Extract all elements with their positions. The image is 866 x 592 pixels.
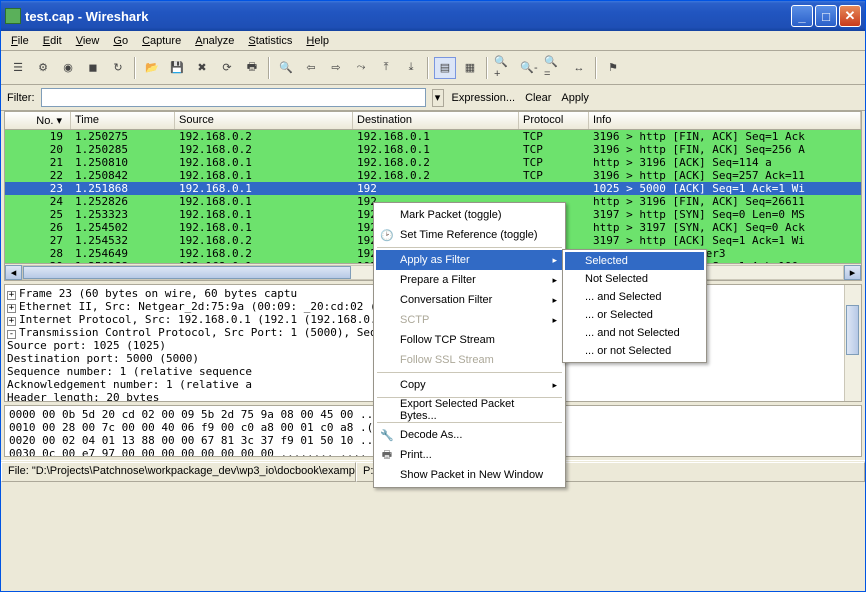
packet-row[interactable]: 231.251868192.168.0.11921025 > 5000 [ACK… <box>5 182 861 195</box>
tb-reload-icon[interactable]: ⟳ <box>216 57 238 79</box>
col-dst[interactable]: Destination <box>353 112 519 129</box>
col-time[interactable]: Time <box>71 112 175 129</box>
ctx-copy[interactable]: Copy <box>376 375 563 395</box>
tb-back-icon[interactable]: ⇦ <box>300 57 322 79</box>
filter-dropdown-icon[interactable]: ▾ <box>432 89 444 107</box>
tb-restart-icon[interactable]: ↻ <box>107 57 129 79</box>
filter-input[interactable] <box>41 88 426 107</box>
ctx-export-bytes[interactable]: Export Selected Packet Bytes... <box>376 400 563 420</box>
ctx-sctp: SCTP <box>376 310 563 330</box>
packet-row[interactable]: 221.250842192.168.0.1192.168.0.2TCP3196 … <box>5 169 861 182</box>
tb-resize-icon[interactable]: ↔ <box>568 57 590 79</box>
details-vscroll[interactable] <box>844 285 861 401</box>
submenu-item[interactable]: Selected <box>565 252 704 270</box>
window-title: test.cap - Wireshark <box>25 9 789 24</box>
packet-row[interactable]: 211.250810192.168.0.1192.168.0.2TCPhttp … <box>5 156 861 169</box>
packet-list-header: No. ▾ Time Source Destination Protocol I… <box>5 112 861 130</box>
menu-capture[interactable]: Capture <box>136 34 187 48</box>
tb-stop-icon[interactable]: ◼ <box>82 57 104 79</box>
tb-gofirst-icon[interactable]: ⤒ <box>375 57 397 79</box>
tb-zoom100-icon[interactable]: 🔍= <box>543 57 565 79</box>
scroll-left-icon[interactable]: ◂ <box>5 265 22 280</box>
filter-apply-button[interactable]: Apply <box>559 92 591 104</box>
toolbar: ☰ ⚙ ◉ ◼ ↻ 📂 💾 ✖ ⟳ 🖶 🔍 ⇦ ⇨ ⤳ ⤒ ⤓ ▤ ▦ 🔍+ 🔍… <box>1 51 865 85</box>
col-info[interactable]: Info <box>589 112 861 129</box>
packet-row[interactable]: 201.250285192.168.0.2192.168.0.1TCP3196 … <box>5 143 861 156</box>
status-file: File: "D:\Projects\Patchnose\workpackage… <box>1 462 356 482</box>
tb-goto-icon[interactable]: ⤳ <box>350 57 372 79</box>
context-menu: Mark Packet (toggle) 🕑Set Time Reference… <box>373 202 566 488</box>
tb-zoomin-icon[interactable]: 🔍+ <box>493 57 515 79</box>
tb-zoomout-icon[interactable]: 🔍- <box>518 57 540 79</box>
filter-label: Filter: <box>7 92 35 104</box>
tb-open-icon[interactable]: 📂 <box>141 57 163 79</box>
submenu-item[interactable]: ... and Selected <box>565 288 704 306</box>
tb-options-icon[interactable]: ⚙ <box>32 57 54 79</box>
menu-help[interactable]: Help <box>300 34 335 48</box>
tb-autoscroll-icon[interactable]: ▦ <box>459 57 481 79</box>
ctx-show-window[interactable]: Show Packet in New Window <box>376 465 563 485</box>
filter-clear-button[interactable]: Clear <box>523 92 553 104</box>
tb-save-icon[interactable]: 💾 <box>166 57 188 79</box>
ctx-follow-ssl: Follow SSL Stream <box>376 350 563 370</box>
submenu-item[interactable]: ... and not Selected <box>565 324 704 342</box>
menu-file[interactable]: File <box>5 34 35 48</box>
wrench-icon: 🔧 <box>380 428 394 442</box>
printer-icon: 🖶 <box>380 448 394 462</box>
tb-colorize-icon[interactable]: ▤ <box>434 57 456 79</box>
clock-icon: 🕑 <box>380 228 394 242</box>
ctx-mark[interactable]: Mark Packet (toggle) <box>376 205 563 225</box>
filter-expression-button[interactable]: Expression... <box>450 92 518 104</box>
tb-start-icon[interactable]: ◉ <box>57 57 79 79</box>
ctx-prepare-filter[interactable]: Prepare a Filter <box>376 270 563 290</box>
minimize-button[interactable]: _ <box>791 5 813 27</box>
col-src[interactable]: Source <box>175 112 353 129</box>
ctx-conversation-filter[interactable]: Conversation Filter <box>376 290 563 310</box>
ctx-timeref[interactable]: 🕑Set Time Reference (toggle) <box>376 225 563 245</box>
filter-bar: Filter: ▾ Expression... Clear Apply <box>1 85 865 111</box>
menu-analyze[interactable]: Analyze <box>189 34 240 48</box>
ctx-decode-as[interactable]: 🔧Decode As... <box>376 425 563 445</box>
submenu-item[interactable]: ... or Selected <box>565 306 704 324</box>
menubar: File Edit View Go Capture Analyze Statis… <box>1 31 865 51</box>
ctx-follow-tcp[interactable]: Follow TCP Stream <box>376 330 563 350</box>
tb-close-icon[interactable]: ✖ <box>191 57 213 79</box>
tb-find-icon[interactable]: 🔍 <box>275 57 297 79</box>
submenu-item[interactable]: Not Selected <box>565 270 704 288</box>
menu-go[interactable]: Go <box>107 34 134 48</box>
menu-view[interactable]: View <box>70 34 106 48</box>
packet-row[interactable]: 191.250275192.168.0.2192.168.0.1TCP3196 … <box>5 130 861 143</box>
col-no[interactable]: No. ▾ <box>5 112 71 129</box>
scroll-thumb[interactable] <box>23 266 351 279</box>
submenu-item[interactable]: ... or not Selected <box>565 342 704 360</box>
close-button[interactable]: ✕ <box>839 5 861 27</box>
ctx-apply-filter[interactable]: Apply as Filter <box>376 250 563 270</box>
tb-forward-icon[interactable]: ⇨ <box>325 57 347 79</box>
tb-capturefilter-icon[interactable]: ⚑ <box>602 57 624 79</box>
col-proto[interactable]: Protocol <box>519 112 589 129</box>
scroll-right-icon[interactable]: ▸ <box>844 265 861 280</box>
maximize-button[interactable]: □ <box>815 5 837 27</box>
menu-statistics[interactable]: Statistics <box>242 34 298 48</box>
tb-print-icon[interactable]: 🖶 <box>241 57 263 79</box>
menu-edit[interactable]: Edit <box>37 34 68 48</box>
titlebar: test.cap - Wireshark _ □ ✕ <box>1 1 865 31</box>
tb-interfaces-icon[interactable]: ☰ <box>7 57 29 79</box>
context-submenu: SelectedNot Selected... and Selected... … <box>562 249 707 363</box>
tb-golast-icon[interactable]: ⤓ <box>400 57 422 79</box>
ctx-print[interactable]: 🖶Print... <box>376 445 563 465</box>
app-icon <box>5 8 21 24</box>
